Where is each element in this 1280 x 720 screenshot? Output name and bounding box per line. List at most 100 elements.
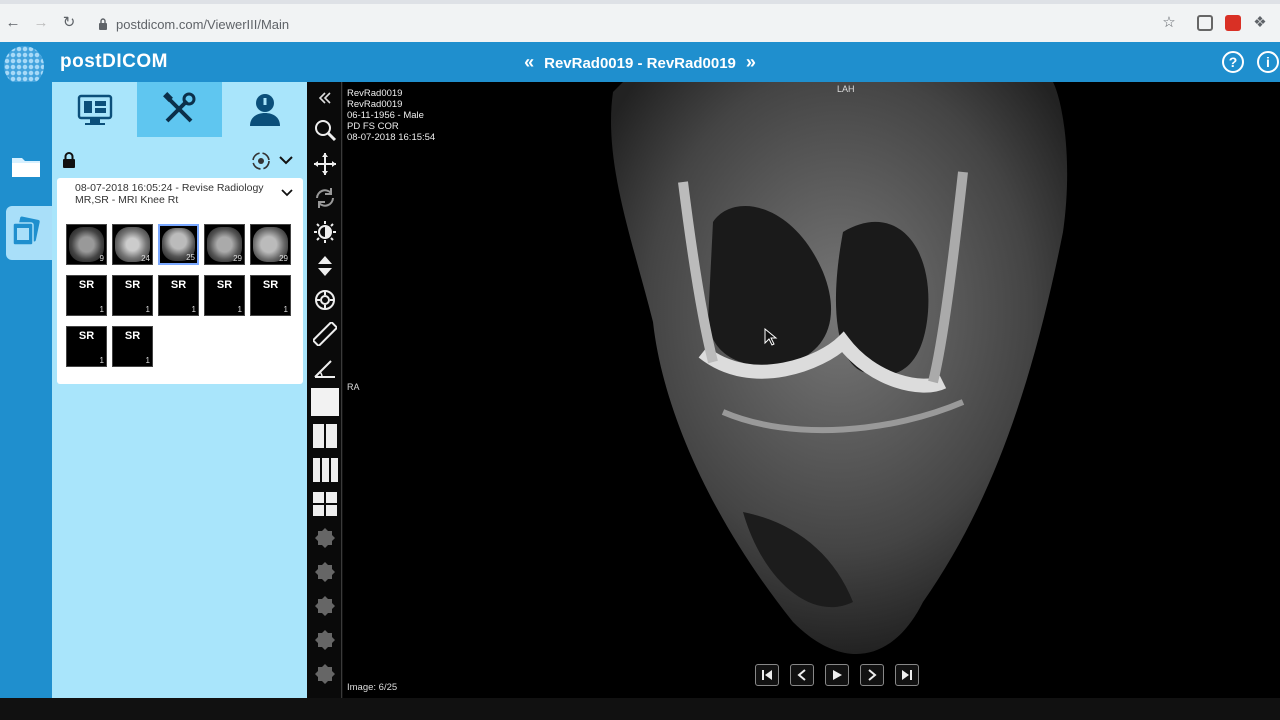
study-modality-line: MR,SR - MRI Knee Rt bbox=[75, 194, 179, 206]
address-bar[interactable]: postdicom.com/ViewerIII/Main bbox=[92, 12, 1192, 38]
prev-patient-icon[interactable]: « bbox=[524, 52, 534, 73]
thumbnail-count: 1 bbox=[145, 305, 150, 314]
orientation-left-label: RA bbox=[347, 382, 360, 392]
sr-series-thumbnail[interactable]: SR 1 bbox=[204, 275, 245, 316]
layout-2x2-icon[interactable] bbox=[311, 490, 339, 518]
thumbnail-label: SR bbox=[78, 330, 95, 342]
pan-icon[interactable] bbox=[311, 150, 339, 178]
mri-knee-image[interactable] bbox=[593, 82, 1073, 682]
tab-tools[interactable] bbox=[137, 82, 222, 137]
image-counter: Image: 6/25 bbox=[347, 682, 398, 693]
study-description: 08-07-2018 16:05:24 - Revise Radiology M… bbox=[75, 182, 285, 206]
left-rail bbox=[0, 82, 52, 698]
forward-arrow-icon[interactable]: → bbox=[32, 14, 50, 32]
sr-series-thumbnail[interactable]: SR 1 bbox=[250, 275, 291, 316]
back-arrow-icon[interactable]: ← bbox=[4, 14, 22, 32]
tools-icon bbox=[162, 91, 195, 122]
previous-image-button[interactable] bbox=[790, 664, 814, 686]
tab-viewer[interactable] bbox=[52, 82, 137, 137]
gear-icon[interactable] bbox=[311, 558, 339, 586]
thumbnail-label: SR bbox=[170, 279, 187, 291]
thumbnail-count: 29 bbox=[233, 254, 242, 263]
series-thumbnails: 9 24 25 29 29 SR 1 SR 1 SR 1 SR 1 SR 1 SR 1 SR 1 bbox=[66, 224, 298, 367]
gear-icon[interactable] bbox=[311, 626, 339, 654]
chevron-down-icon[interactable] bbox=[281, 186, 293, 198]
image-viewport[interactable]: RevRad0019 RevRad0019 06-11-1956 - Male … bbox=[343, 82, 1280, 698]
star-icon[interactable]: ☆ bbox=[1160, 14, 1178, 32]
thumbnail-label: SR bbox=[124, 279, 141, 291]
patient-id: RevRad0019 bbox=[347, 99, 403, 110]
thumbnail-count: 25 bbox=[186, 253, 195, 262]
thumbnail-count: 1 bbox=[191, 305, 196, 314]
gear-icon[interactable] bbox=[311, 524, 339, 552]
zoom-icon[interactable] bbox=[311, 116, 339, 144]
ruler-icon[interactable] bbox=[311, 320, 339, 348]
sr-series-thumbnail[interactable]: SR 1 bbox=[66, 275, 107, 316]
thumbnail-label: SR bbox=[124, 330, 141, 342]
sr-series-thumbnail[interactable]: SR 1 bbox=[112, 326, 153, 367]
settings-wheel-icon[interactable] bbox=[311, 286, 339, 314]
bottom-strip bbox=[0, 698, 1280, 720]
layout-1x2-icon[interactable] bbox=[311, 422, 339, 450]
image-series-thumbnail[interactable]: 29 bbox=[250, 224, 291, 265]
image-series-thumbnail[interactable]: 24 bbox=[112, 224, 153, 265]
dicom-overlay-info: RevRad0019 RevRad0019 06-11-1956 - Male … bbox=[347, 88, 435, 143]
series-datetime: 08-07-2018 16:15:54 bbox=[347, 132, 436, 143]
first-image-button[interactable] bbox=[755, 664, 779, 686]
chevron-down-icon[interactable] bbox=[278, 152, 294, 168]
thumbnail-count: 1 bbox=[237, 305, 242, 314]
layout-1x3-icon[interactable] bbox=[311, 456, 339, 484]
thumbnail-count: 1 bbox=[99, 356, 104, 365]
sync-icon[interactable] bbox=[250, 150, 272, 172]
help-icon[interactable]: ? bbox=[1222, 51, 1244, 73]
thumbnail-count: 29 bbox=[279, 254, 288, 263]
thumbnail-label: SR bbox=[78, 279, 95, 291]
image-series-thumbnail[interactable]: 25 bbox=[158, 224, 199, 265]
extension-red-icon[interactable] bbox=[1225, 15, 1241, 31]
study-card[interactable]: 08-07-2018 16:05:24 - Revise Radiology M… bbox=[57, 178, 303, 384]
scroll-stack-icon[interactable] bbox=[311, 252, 339, 280]
next-patient-icon[interactable]: » bbox=[746, 52, 756, 73]
cine-player-controls bbox=[755, 664, 919, 686]
last-image-button[interactable] bbox=[895, 664, 919, 686]
thumbnail-count: 24 bbox=[141, 254, 150, 263]
thumbnail-count: 1 bbox=[99, 305, 104, 314]
collapse-panel-icon[interactable] bbox=[311, 84, 339, 112]
patient-navigator: « RevRad0019 - RevRad0019 » bbox=[0, 52, 1280, 73]
sr-series-thumbnail[interactable]: SR 1 bbox=[112, 275, 153, 316]
orientation-top-label: LAH bbox=[837, 84, 855, 94]
gear-icon[interactable] bbox=[311, 592, 339, 620]
brightness-icon[interactable] bbox=[311, 218, 339, 246]
studies-stack-icon[interactable] bbox=[8, 214, 44, 250]
thumbnail-label: SR bbox=[262, 279, 279, 291]
user-icon bbox=[249, 93, 280, 126]
tab-patient[interactable] bbox=[222, 82, 307, 137]
sr-series-thumbnail[interactable]: SR 1 bbox=[158, 275, 199, 316]
rotate-icon[interactable] bbox=[311, 184, 339, 212]
thumbnail-count: 9 bbox=[99, 254, 104, 263]
app-header: postDICOM «RevRad0019 - RevRad0019» ? i bbox=[0, 42, 1280, 86]
info-icon[interactable]: i bbox=[1257, 51, 1279, 73]
series-description: PD FS COR bbox=[347, 121, 399, 132]
thumbnail-count: 1 bbox=[145, 356, 150, 365]
study-date-line: 08-07-2018 16:05:24 - Revise Radiology bbox=[75, 182, 264, 194]
image-series-thumbnail[interactable]: 29 bbox=[204, 224, 245, 265]
thumbnail-label: SR bbox=[216, 279, 233, 291]
study-panel: 08-07-2018 16:05:24 - Revise Radiology M… bbox=[52, 82, 307, 698]
angle-icon[interactable] bbox=[311, 354, 339, 382]
play-button[interactable] bbox=[825, 664, 849, 686]
extension-square-icon[interactable] bbox=[1197, 15, 1213, 31]
thumbnail-count: 1 bbox=[283, 305, 288, 314]
gear-icon[interactable] bbox=[311, 660, 339, 688]
puzzle-icon[interactable]: ❖ bbox=[1251, 14, 1269, 32]
lock-icon[interactable] bbox=[62, 152, 76, 168]
image-series-thumbnail[interactable]: 9 bbox=[66, 224, 107, 265]
layout-1x1-icon[interactable] bbox=[311, 388, 339, 416]
reload-icon[interactable]: ↻ bbox=[60, 14, 78, 32]
sr-series-thumbnail[interactable]: SR 1 bbox=[66, 326, 107, 367]
patient-title: RevRad0019 - RevRad0019 bbox=[544, 55, 736, 72]
folder-icon[interactable] bbox=[8, 148, 44, 184]
mouse-cursor-icon bbox=[764, 328, 778, 346]
next-image-button[interactable] bbox=[860, 664, 884, 686]
monitor-icon bbox=[77, 94, 112, 125]
